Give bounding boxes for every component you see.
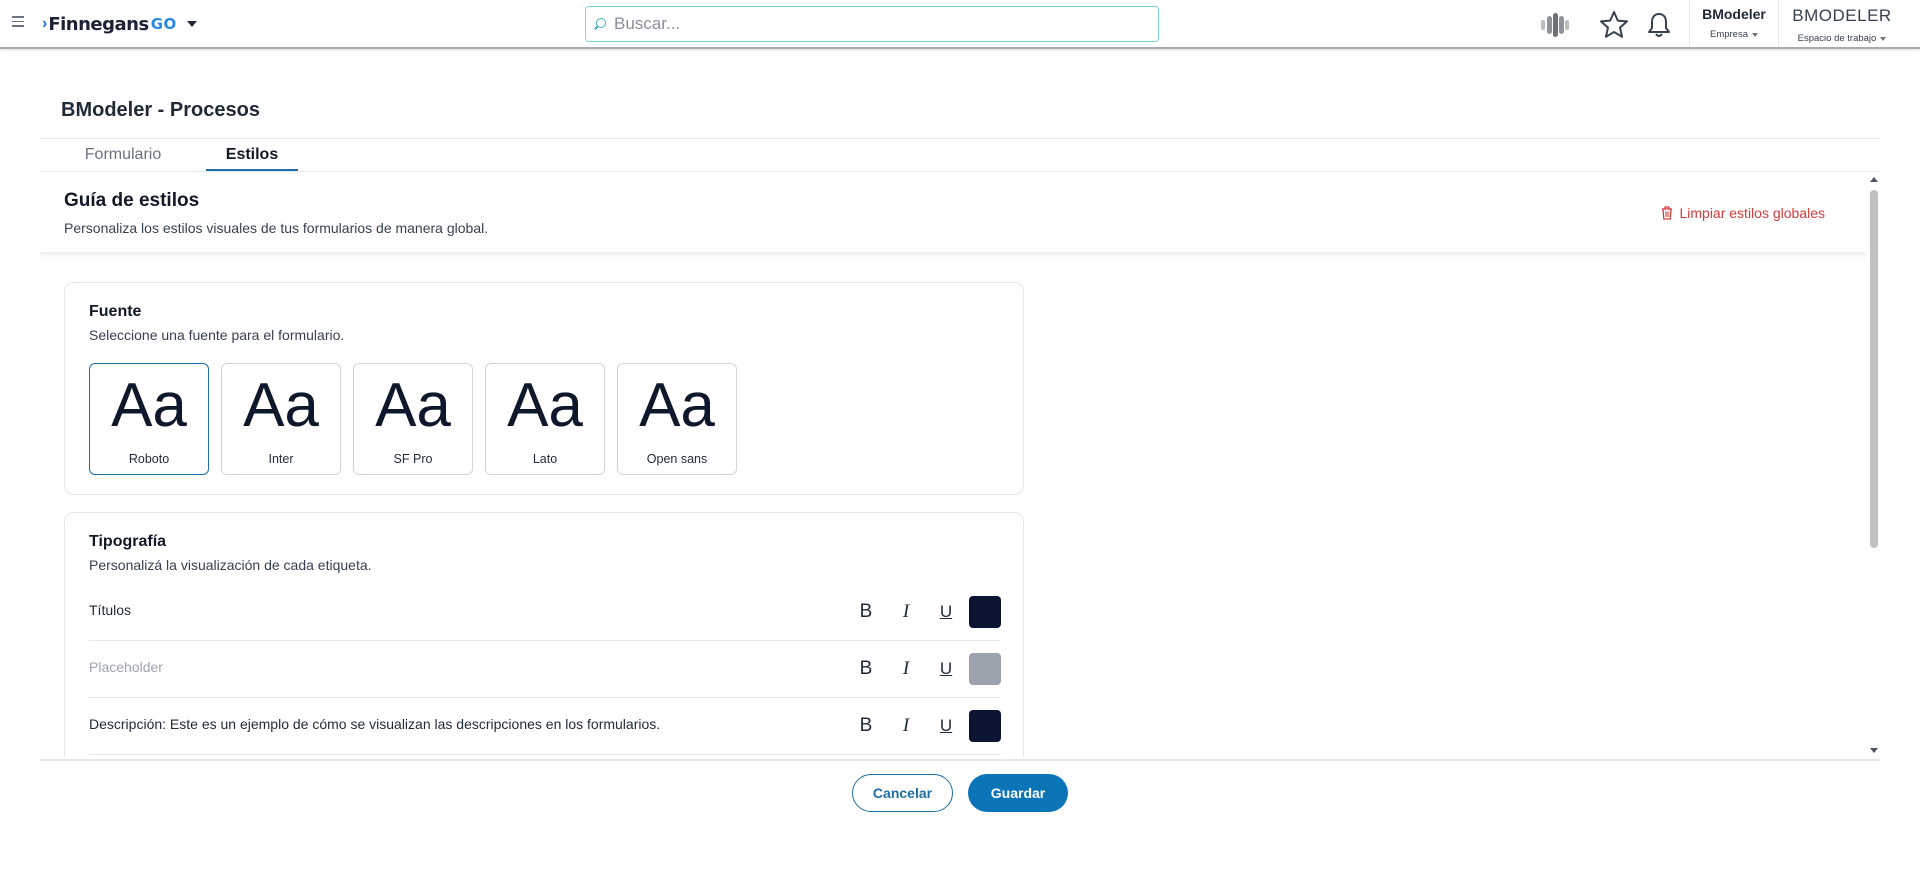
- trash-icon: [1662, 206, 1673, 220]
- font-option-lato[interactable]: Aa Lato: [485, 363, 605, 475]
- workspace-label: Espacio de trabajo: [1797, 33, 1877, 44]
- scrollbar-thumb[interactable]: [1870, 190, 1878, 548]
- search-box[interactable]: [585, 6, 1159, 42]
- typography-card-title: Tipografía: [89, 533, 167, 550]
- typography-row-label: Descripción: Este es un ejemplo de cómo …: [89, 716, 661, 732]
- underline-button[interactable]: U: [932, 655, 960, 683]
- font-option-label: SF Pro: [393, 452, 433, 466]
- typography-row-placeholder: Placeholder B I U: [89, 641, 1001, 698]
- typography-card-subtitle: Personalizá la visualización de cada eti…: [89, 557, 372, 573]
- font-option-label: Open sans: [646, 452, 708, 466]
- logo-arrow-icon: ›: [42, 15, 48, 32]
- italic-button[interactable]: I: [892, 712, 920, 740]
- tab-estilos[interactable]: Estilos: [206, 140, 298, 172]
- font-option-open-sans[interactable]: Aa Open sans: [617, 363, 737, 475]
- font-option-label: Roboto: [128, 452, 170, 466]
- menu-icon[interactable]: [12, 16, 24, 27]
- typography-row-label: Títulos: [89, 602, 132, 618]
- tab-bar: Formulario Estilos: [40, 140, 298, 172]
- font-option-inter[interactable]: Aa Inter: [221, 363, 341, 475]
- scroll-up-arrow-icon[interactable]: [1870, 177, 1878, 182]
- bell-icon[interactable]: [1646, 11, 1672, 39]
- font-options: Aa Roboto Aa Inter Aa SF Pro Aa Lato Aa …: [89, 363, 737, 475]
- divider: [40, 171, 1880, 172]
- logo-text: Finnegans: [48, 13, 149, 35]
- chevron-down-icon: [1752, 32, 1758, 37]
- font-option-label: Inter: [268, 452, 294, 466]
- font-option-roboto[interactable]: Aa Roboto: [89, 363, 209, 475]
- style-guide-header: Guía de estilos Personaliza los estilos …: [40, 173, 1866, 253]
- cancel-button[interactable]: Cancelar: [852, 774, 953, 812]
- workspace-selector[interactable]: BMODELER Espacio de trabajo: [1782, 6, 1902, 44]
- typography-row-label: Placeholder: [89, 659, 163, 675]
- typography-card: Tipografía Personalizá la visualización …: [64, 512, 1024, 757]
- app-logo[interactable]: › Finnegans GO: [42, 13, 197, 35]
- font-card-subtitle: Seleccione una fuente para el formulario…: [89, 327, 345, 343]
- tab-formulario[interactable]: Formulario: [40, 140, 206, 172]
- ai-assistant-icon[interactable]: [1539, 12, 1571, 38]
- top-bar: › Finnegans GO BModeler Empresa BMODELER…: [0, 0, 1920, 49]
- font-card: Fuente Seleccione una fuente para el for…: [64, 282, 1024, 495]
- search-icon: [594, 18, 606, 30]
- font-card-title: Fuente: [89, 303, 142, 320]
- clear-global-styles-label: Limpiar estilos globales: [1679, 205, 1825, 221]
- underline-button[interactable]: U: [932, 712, 960, 740]
- company-selector[interactable]: BModeler Empresa: [1690, 6, 1778, 40]
- italic-button[interactable]: I: [892, 598, 920, 626]
- style-guide-subtitle: Personaliza los estilos visuales de tus …: [64, 220, 489, 236]
- font-sample: Aa: [507, 371, 583, 440]
- save-button[interactable]: Guardar: [968, 774, 1068, 812]
- typography-row-descripcion: Descripción: Este es un ejemplo de cómo …: [89, 698, 1001, 755]
- page-title: BModeler - Procesos: [61, 99, 260, 121]
- scroll-down-arrow-icon[interactable]: [1870, 748, 1878, 753]
- vertical-scrollbar[interactable]: [1867, 173, 1882, 757]
- color-swatch[interactable]: [969, 653, 1001, 685]
- company-label: Empresa: [1709, 29, 1748, 40]
- bold-button[interactable]: B: [852, 655, 880, 683]
- color-swatch[interactable]: [969, 596, 1001, 628]
- search-input[interactable]: [614, 14, 1134, 34]
- underline-button[interactable]: U: [932, 598, 960, 626]
- divider: [1778, 0, 1779, 47]
- star-icon[interactable]: [1599, 10, 1629, 40]
- company-name: BModeler: [1702, 6, 1766, 22]
- font-sample: Aa: [111, 371, 187, 440]
- font-sample: Aa: [639, 371, 715, 440]
- style-guide-title: Guía de estilos: [64, 190, 200, 211]
- chevron-down-icon: [1880, 36, 1887, 41]
- styles-panel: Guía de estilos Personaliza los estilos …: [40, 173, 1882, 757]
- typography-row-titulos: Títulos B I U: [89, 584, 1001, 641]
- logo-suffix: GO: [150, 15, 177, 33]
- font-option-label: Lato: [532, 452, 558, 466]
- font-option-sf-pro[interactable]: Aa SF Pro: [353, 363, 473, 475]
- bold-button[interactable]: B: [852, 712, 880, 740]
- divider: [40, 138, 1880, 139]
- workspace-name: BMODELER: [1792, 6, 1892, 25]
- italic-button[interactable]: I: [892, 655, 920, 683]
- clear-global-styles-button[interactable]: Limpiar estilos globales: [1661, 205, 1825, 221]
- divider: [40, 759, 1880, 761]
- font-sample: Aa: [243, 371, 319, 440]
- chevron-down-icon[interactable]: [186, 21, 197, 27]
- bold-button[interactable]: B: [852, 598, 880, 626]
- font-sample: Aa: [375, 371, 451, 440]
- color-swatch[interactable]: [969, 710, 1001, 742]
